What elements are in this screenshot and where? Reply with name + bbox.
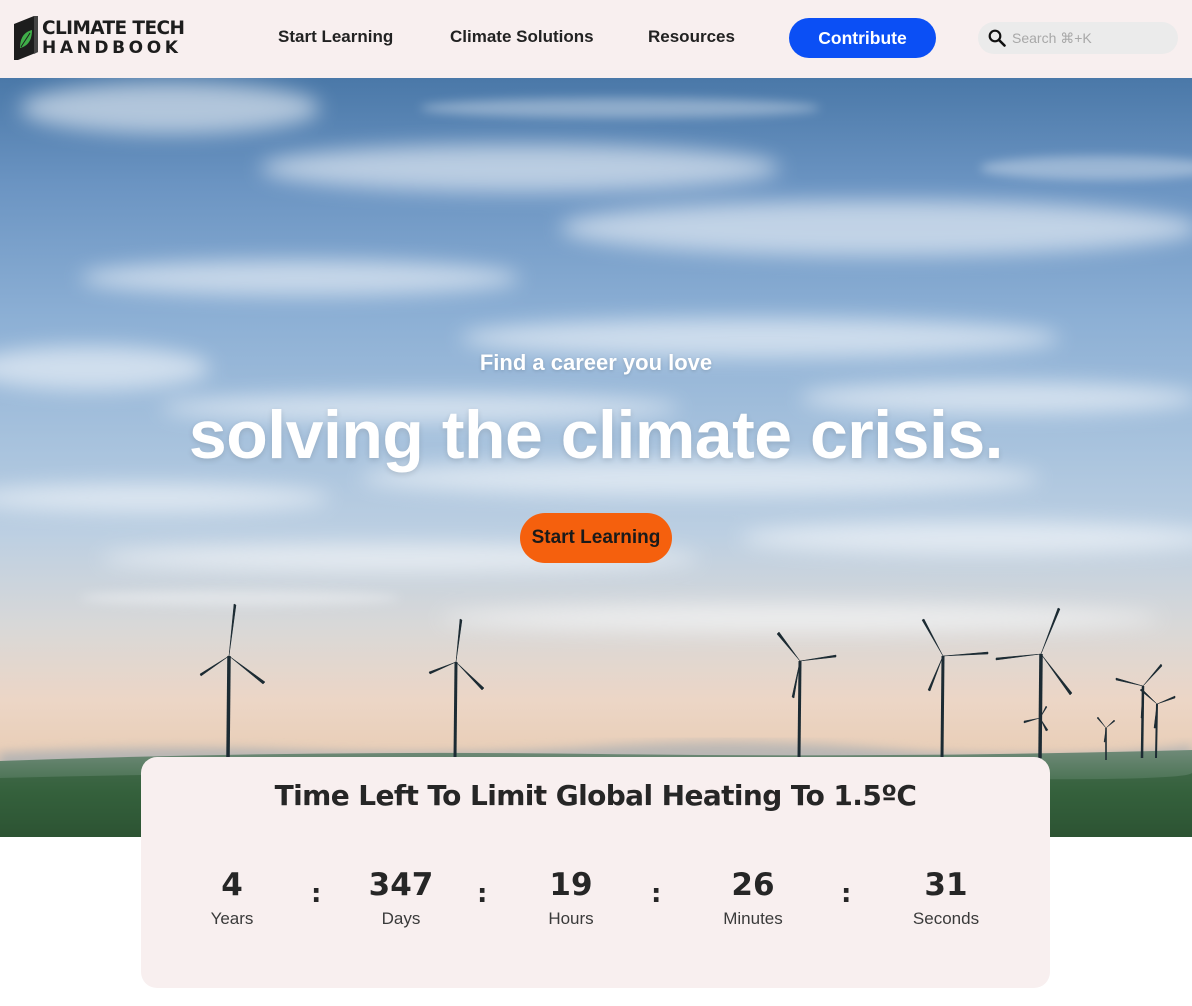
countdown-title: Time Left To Limit Global Heating To 1.5… [274,779,917,812]
countdown-card: Time Left To Limit Global Heating To 1.5… [141,757,1050,988]
hero-title: solving the climate crisis. [188,397,1004,473]
start-learning-button[interactable]: Start Learning [520,513,672,563]
countdown-minutes-label: Minutes [723,909,783,928]
contribute-button[interactable]: Contribute [789,18,936,58]
countdown-seconds-label: Seconds [912,909,980,928]
site-logo[interactable]: CLIMATE TECH HANDBOOK [12,14,185,64]
countdown-days-value: 347 [368,867,434,903]
search-bar[interactable] [978,22,1178,54]
countdown-years-label: Years [210,909,254,928]
logo-text-top: CLIMATE TECH [42,18,185,39]
search-input[interactable] [1012,26,1168,50]
search-icon [988,29,1006,47]
countdown-separator: : [841,879,852,909]
countdown-years-value: 4 [221,867,243,903]
countdown-seconds: 31 Seconds [886,865,1006,929]
countdown-days: 347 Days [341,865,461,929]
countdown-separator: : [477,879,488,909]
countdown-separator: : [651,879,662,909]
nav-resources[interactable]: Resources [648,27,735,47]
logo-text-bottom: HANDBOOK [42,38,182,58]
countdown-hours: 19 Hours [511,865,631,929]
hero-section: Find a career you love solving the clima… [0,78,1192,837]
countdown-seconds-value: 31 [924,867,968,903]
countdown-hours-value: 19 [549,867,593,903]
countdown-minutes: 26 Minutes [693,865,813,929]
countdown-hours-label: Hours [548,909,594,928]
countdown-days-label: Days [381,909,421,928]
leaf-book-icon [14,16,38,60]
nav-climate-solutions[interactable]: Climate Solutions [450,27,594,47]
hero-subtitle: Find a career you love [479,350,713,375]
countdown-years: 4 Years [172,865,292,929]
countdown-minutes-value: 26 [731,867,775,903]
site-header: CLIMATE TECH HANDBOOK Start Learning Cli… [0,0,1192,78]
countdown-separator: : [311,879,322,909]
nav-start-learning[interactable]: Start Learning [278,27,393,47]
